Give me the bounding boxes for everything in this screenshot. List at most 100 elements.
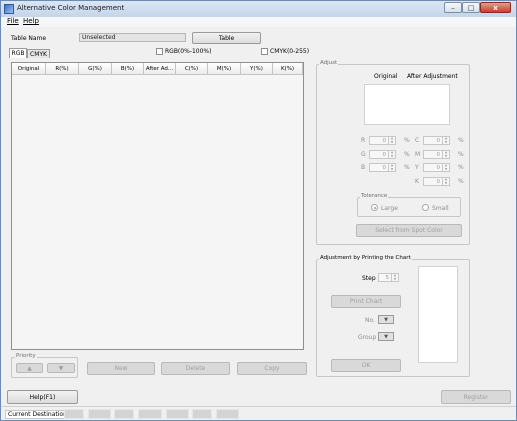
g-spinner[interactable]: 0 ▲ ▼ bbox=[369, 150, 396, 159]
m-label: M bbox=[415, 151, 421, 158]
status-segment bbox=[88, 409, 111, 419]
original-header: Original bbox=[374, 73, 398, 80]
tolerance-group-title: Tolerance bbox=[360, 193, 389, 199]
priority-down-button[interactable]: ▼ bbox=[47, 363, 75, 373]
spin-down-icon[interactable]: ▼ bbox=[443, 167, 449, 172]
m-value: 0 bbox=[436, 151, 441, 158]
tolerance-small-label: Small bbox=[432, 205, 449, 212]
r-label: R bbox=[361, 137, 366, 144]
title-bar: Alternative Color Management – □ x bbox=[1, 1, 516, 17]
after-adjustment-header: After Adjustment bbox=[407, 73, 458, 80]
table-button[interactable]: Table bbox=[192, 32, 261, 44]
table-name-field[interactable]: Unselected bbox=[79, 33, 186, 42]
group-label: Group bbox=[358, 334, 377, 341]
new-button[interactable]: New bbox=[87, 362, 155, 375]
g-label: G bbox=[361, 151, 366, 158]
no-label: No. bbox=[365, 317, 375, 324]
c-label: C bbox=[415, 137, 420, 144]
app-window: Alternative Color Management – □ x File … bbox=[0, 0, 517, 421]
k-value: 0 bbox=[436, 178, 441, 185]
spin-arrows[interactable]: ▲ ▼ bbox=[442, 150, 449, 159]
print-chart-button[interactable]: Print Chart bbox=[331, 295, 401, 308]
adjust-group-title: Adjust bbox=[319, 60, 339, 66]
spin-arrows[interactable]: ▲ ▼ bbox=[442, 136, 449, 145]
priority-up-button[interactable]: ▲ bbox=[16, 363, 43, 373]
spin-down-icon[interactable]: ▼ bbox=[392, 277, 398, 282]
spin-down-icon[interactable]: ▼ bbox=[389, 154, 395, 159]
select-from-spot-color-button[interactable]: Select from Spot Color bbox=[356, 224, 462, 237]
color-table[interactable]: Original R(%) G(%) B(%) After Ad... C(%)… bbox=[11, 62, 304, 350]
chevron-down-icon: ▼ bbox=[384, 316, 388, 323]
r-value: 0 bbox=[382, 137, 387, 144]
tolerance-large-label: Large bbox=[381, 205, 398, 212]
minimize-button[interactable]: – bbox=[444, 2, 462, 13]
current-destination-label: Current Destination bbox=[5, 410, 70, 419]
spin-down-icon[interactable]: ▼ bbox=[443, 181, 449, 186]
r-spinner[interactable]: 0 ▲ ▼ bbox=[369, 136, 396, 145]
chevron-down-icon: ▼ bbox=[384, 333, 388, 340]
m-spinner[interactable]: 0 ▲ ▼ bbox=[423, 150, 450, 159]
chart-adjustment-group-title: Adjustment by Printing the Chart bbox=[319, 255, 412, 261]
menu-help[interactable]: Help bbox=[23, 17, 39, 25]
k-unit: % bbox=[458, 178, 464, 185]
step-spinner[interactable]: 5 ▲ ▼ bbox=[378, 273, 399, 282]
no-combo[interactable]: ▼ bbox=[378, 315, 394, 324]
tolerance-large-radio[interactable] bbox=[371, 204, 378, 211]
k-label: K bbox=[415, 178, 419, 185]
step-value: 5 bbox=[385, 274, 390, 281]
column-header-k[interactable]: K(%) bbox=[273, 63, 303, 75]
window-title: Alternative Color Management bbox=[17, 4, 125, 12]
b-spinner[interactable]: 0 ▲ ▼ bbox=[369, 163, 396, 172]
tab-rgb[interactable]: RGB bbox=[9, 48, 27, 58]
c-value: 0 bbox=[436, 137, 441, 144]
spin-down-icon[interactable]: ▼ bbox=[443, 140, 449, 145]
column-header-g[interactable]: G(%) bbox=[79, 63, 112, 75]
column-header-c[interactable]: C(%) bbox=[176, 63, 208, 75]
column-header-original[interactable]: Original bbox=[12, 63, 46, 75]
b-label: B bbox=[361, 164, 366, 171]
delete-button[interactable]: Delete bbox=[161, 362, 230, 375]
c-spinner[interactable]: 0 ▲ ▼ bbox=[423, 136, 450, 145]
tab-cmyk[interactable]: CMYK bbox=[27, 49, 50, 58]
k-spinner[interactable]: 0 ▲ ▼ bbox=[423, 177, 450, 186]
g-value: 0 bbox=[382, 151, 387, 158]
spin-down-icon[interactable]: ▼ bbox=[389, 167, 395, 172]
spin-arrows[interactable]: ▲ ▼ bbox=[442, 163, 449, 172]
spin-down-icon[interactable]: ▼ bbox=[443, 154, 449, 159]
copy-button[interactable]: Copy bbox=[237, 362, 307, 375]
spin-down-icon[interactable]: ▼ bbox=[389, 140, 395, 145]
spin-arrows[interactable]: ▲ ▼ bbox=[442, 177, 449, 186]
rgb-percent-label: RGB(0%-100%) bbox=[165, 48, 212, 55]
column-header-b[interactable]: B(%) bbox=[112, 63, 144, 75]
column-header-r[interactable]: R(%) bbox=[46, 63, 79, 75]
c-unit: % bbox=[458, 137, 464, 144]
column-header-m[interactable]: M(%) bbox=[208, 63, 241, 75]
status-segment bbox=[216, 409, 239, 419]
b-value: 0 bbox=[382, 164, 387, 171]
register-button[interactable]: Register bbox=[441, 390, 511, 404]
color-preview bbox=[364, 84, 450, 125]
step-label: Step bbox=[362, 275, 376, 282]
column-header-after-adjustment[interactable]: After Ad... bbox=[144, 63, 176, 75]
group-combo[interactable]: ▼ bbox=[378, 332, 394, 341]
maximize-button[interactable]: □ bbox=[462, 2, 480, 13]
tolerance-small-radio[interactable] bbox=[422, 204, 429, 211]
app-icon bbox=[4, 4, 14, 14]
cmyk-255-checkbox[interactable] bbox=[261, 48, 268, 55]
close-button[interactable]: x bbox=[480, 2, 511, 13]
status-segment bbox=[138, 409, 162, 419]
menu-file[interactable]: File bbox=[7, 17, 19, 25]
spin-arrows[interactable]: ▲ ▼ bbox=[388, 136, 395, 145]
spin-arrows[interactable]: ▲ ▼ bbox=[388, 163, 395, 172]
rgb-percent-checkbox[interactable] bbox=[156, 48, 163, 55]
spin-arrows[interactable]: ▲ ▼ bbox=[388, 150, 395, 159]
column-header-y[interactable]: Y(%) bbox=[241, 63, 273, 75]
b-unit: % bbox=[404, 164, 410, 171]
ok-button[interactable]: OK bbox=[331, 359, 401, 372]
y-value: 0 bbox=[436, 164, 441, 171]
m-unit: % bbox=[458, 151, 464, 158]
spin-arrows[interactable]: ▲ ▼ bbox=[391, 273, 398, 282]
status-segment bbox=[64, 409, 84, 419]
help-button[interactable]: Help(F1) bbox=[7, 390, 78, 404]
y-spinner[interactable]: 0 ▲ ▼ bbox=[423, 163, 450, 172]
